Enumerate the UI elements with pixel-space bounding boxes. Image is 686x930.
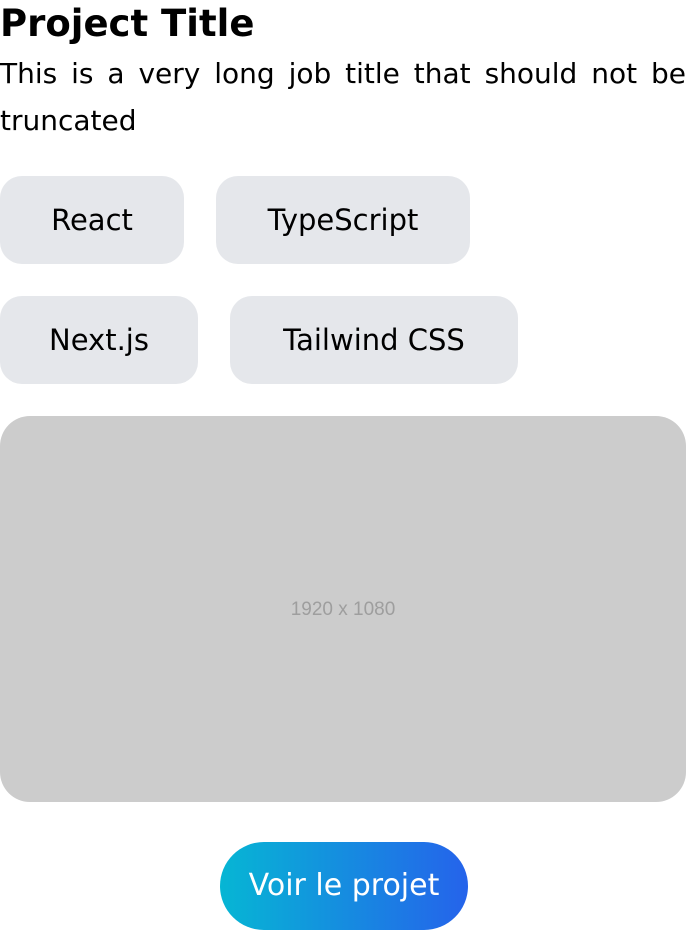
view-project-button[interactable]: Voir le projet bbox=[220, 842, 468, 930]
tag-nextjs: Next.js bbox=[0, 296, 198, 384]
project-title: Project Title bbox=[0, 2, 255, 45]
project-preview-image: 1920 x 1080 bbox=[0, 416, 686, 802]
tag-react: React bbox=[0, 176, 184, 264]
tag-tailwind-css: Tailwind CSS bbox=[230, 296, 518, 384]
tag-typescript: TypeScript bbox=[216, 176, 470, 264]
project-card: Project Title This is a very long job ti… bbox=[0, 0, 686, 930]
image-placeholder-label: 1920 x 1080 bbox=[290, 599, 396, 620]
job-title: This is a very long job title that shoul… bbox=[0, 57, 686, 137]
